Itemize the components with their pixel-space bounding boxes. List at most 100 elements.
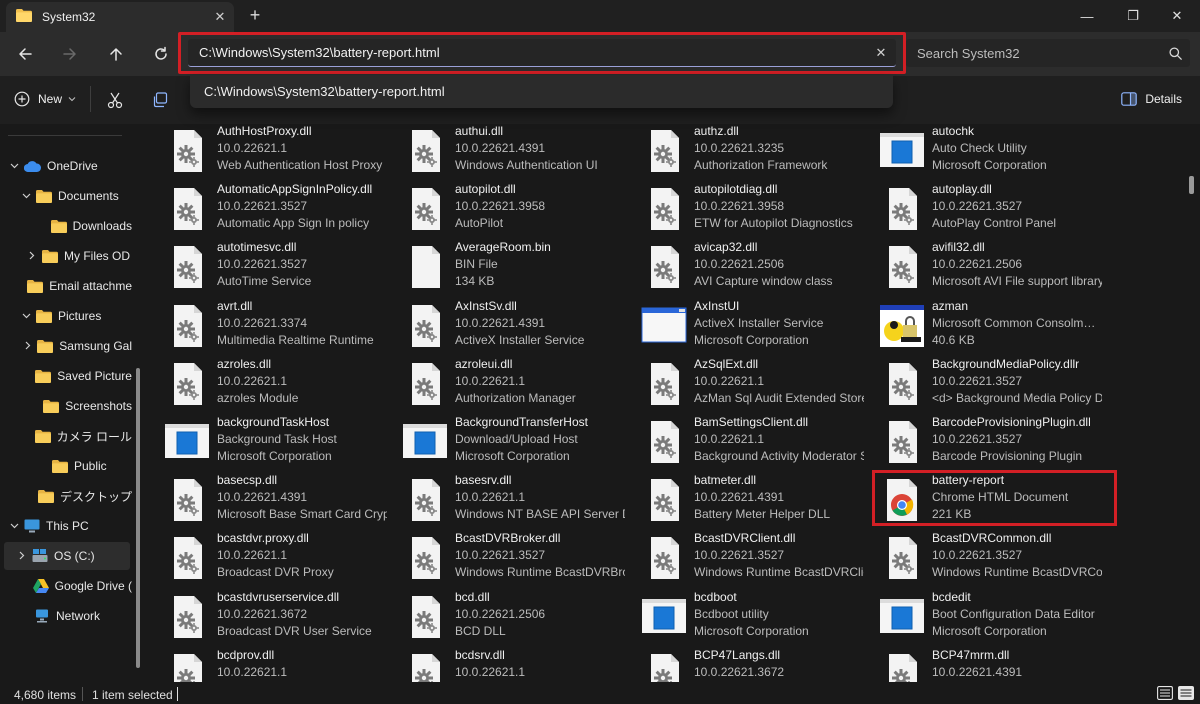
back-button[interactable] xyxy=(13,42,37,66)
file-name: BcastDVRCommon.dll xyxy=(932,531,1052,546)
file-detail-2: Web Authentication Host Proxy xyxy=(217,158,383,172)
sidebar-item[interactable]: カメラ ロール xyxy=(0,422,132,450)
dll-gear-icon xyxy=(164,477,210,523)
file-name: avrt.dll xyxy=(217,298,253,313)
file-detail-1: 10.0.22621.3958 xyxy=(455,199,546,214)
file-tile[interactable]: bcdedit Boot Configuration Data Editor Mic… xyxy=(865,590,1101,646)
file-tile[interactable]: azman Microsoft Common Consol‎m… 40.6 KB xyxy=(865,299,1101,355)
copy-button[interactable] xyxy=(152,92,168,111)
file-tile[interactable]: bcastdvr.proxy.dll 10.0.22621.1 Broadcast … xyxy=(150,531,386,587)
sidebar-item[interactable]: OneDrive xyxy=(0,152,132,180)
sidebar-item-label: OneDrive xyxy=(47,159,98,173)
file-tile[interactable]: autopilot.dll 10.0.22621.3958 AutoPilot xyxy=(388,182,624,238)
file-tile[interactable]: BackgroundMediaPolicy.dllr 10.0.22621.352… xyxy=(865,357,1102,413)
file-name: autopilotdiag.dll xyxy=(694,182,778,197)
dll-gear-icon xyxy=(641,477,687,523)
file-tile[interactable]: AxInstSv.dll 10.0.22621.4391 ActiveX Insta… xyxy=(388,299,624,355)
search-box[interactable]: Search System32 xyxy=(906,39,1190,67)
file-tile[interactable]: AzSqlExt.dll 10.0.22621.1 AzMan Sql Audit … xyxy=(627,357,864,413)
details-pane-button[interactable]: Details xyxy=(1121,92,1182,106)
file-tile[interactable]: bcdsrv.dll 10.0.22621.1 xyxy=(388,648,624,682)
nav-scrollbar[interactable] xyxy=(136,368,140,668)
sidebar-item[interactable]: OS (C:) xyxy=(4,542,130,570)
maximize-button[interactable]: ❐ xyxy=(1110,0,1156,32)
details-view-icon[interactable] xyxy=(1157,686,1173,700)
chevron-down-icon[interactable] xyxy=(20,191,32,201)
pc-icon xyxy=(24,519,40,533)
sidebar-item[interactable]: Samsung Gal xyxy=(0,332,132,360)
file-name: azman xyxy=(932,298,969,313)
dll-gear-icon xyxy=(641,535,687,581)
new-button[interactable]: New xyxy=(14,91,76,107)
chevron-down-icon[interactable] xyxy=(8,521,20,531)
chevron-right-icon[interactable] xyxy=(16,551,28,562)
file-tile[interactable]: avicap32.dll 10.0.22621.2506 AVI Capture w… xyxy=(627,240,863,296)
file-tile[interactable]: BackgroundTransferHost Download/Upload Ho… xyxy=(388,415,624,471)
file-tile[interactable]: BarcodeProvisioningPlugin.dll 10.0.22621.… xyxy=(865,415,1101,471)
sidebar-item[interactable]: Downloads xyxy=(0,212,132,240)
sidebar-item[interactable]: デスクトップ xyxy=(0,482,132,510)
file-tile[interactable]: azroleui.dll 10.0.22621.1 Authorization Ma… xyxy=(388,357,624,413)
cut-button[interactable] xyxy=(106,91,124,112)
minimize-button[interactable]: — xyxy=(1064,0,1110,32)
search-icon[interactable] xyxy=(1160,46,1190,60)
folder-icon xyxy=(35,369,52,383)
tiles-view-icon[interactable] xyxy=(1178,686,1194,700)
file-tile[interactable]: AxInstUI ActiveX Installer Service Microso… xyxy=(627,299,863,355)
file-tile[interactable]: AverageRoom.bin BIN File 134 KB xyxy=(388,240,624,296)
file-tile[interactable]: autochk Auto Check Utility Microsoft Corpo… xyxy=(865,124,1101,180)
address-suggestion[interactable]: C:\Windows\System32\battery-report.html xyxy=(190,75,893,108)
file-tile[interactable]: bcd.dll 10.0.22621.2506 BCD DLL xyxy=(388,590,624,646)
sidebar-item[interactable]: This PC xyxy=(0,512,132,540)
search-input[interactable]: Search System32 xyxy=(917,46,1160,61)
file-tile[interactable]: bcdprov.dll 10.0.22621.1 xyxy=(150,648,386,682)
file-tile[interactable]: avrt.dll 10.0.22621.3374 Multimedia Realti… xyxy=(150,299,386,355)
chevron-down-icon[interactable] xyxy=(20,311,32,321)
sidebar-item[interactable]: Google Drive ( xyxy=(0,572,132,600)
refresh-button[interactable] xyxy=(149,42,173,66)
file-tile[interactable]: basecsp.dll 10.0.22621.4391 Microsoft Base… xyxy=(150,473,387,529)
file-tile[interactable]: basesrv.dll 10.0.22621.1 Windows NT BASE A… xyxy=(388,473,625,529)
file-tile[interactable]: bcdboot Bcdboot utility Microsoft Corporat… xyxy=(627,590,863,646)
chevron-right-icon[interactable] xyxy=(26,251,38,262)
sidebar-item[interactable]: Public xyxy=(0,452,132,480)
folder-icon xyxy=(16,9,32,25)
file-name: backgroundTaskHost xyxy=(217,415,330,429)
file-tile[interactable]: BcastDVRClient.dll 10.0.22621.3527 Windows… xyxy=(627,531,864,587)
sidebar-item[interactable]: My Files OD xyxy=(0,242,132,270)
sidebar-item[interactable]: Network xyxy=(0,602,132,630)
file-tile[interactable]: azroles.dll 10.0.22621.1 azroles Module xyxy=(150,357,386,413)
file-tile[interactable]: BCP47Langs.dll 10.0.22621.3672 xyxy=(627,648,863,682)
sidebar-item[interactable]: Pictures xyxy=(0,302,132,330)
file-tile[interactable]: BCP47mrm.dll 10.0.22621.4391 xyxy=(865,648,1101,682)
chevron-down-icon[interactable] xyxy=(8,161,20,171)
chevron-right-icon[interactable] xyxy=(23,341,34,352)
new-tab-button[interactable]: + xyxy=(244,4,266,26)
file-tile[interactable]: authui.dll 10.0.22621.4391 Windows Authent… xyxy=(388,124,624,180)
file-tile[interactable]: BcastDVRBroker.dll 10.0.22621.3527 Windows… xyxy=(388,531,625,587)
file-tile[interactable]: BcastDVRCommon.dll 10.0.22621.3527 Windows… xyxy=(865,531,1102,587)
file-tile[interactable]: batmeter.dll 10.0.22621.4391 Battery Meter… xyxy=(627,473,863,529)
file-tile[interactable]: autotimesvc.dll 10.0.22621.3527 AutoTime S… xyxy=(150,240,386,296)
file-tile[interactable]: bcastdvruserservice.dll 10.0.22621.3672 Br… xyxy=(150,590,386,646)
sidebar-item[interactable]: Screenshots xyxy=(0,392,132,420)
close-tab-icon[interactable]: ✕ xyxy=(206,9,234,25)
file-tile[interactable]: AutomaticAppSignInPolicy.dll 10.0.22621.3… xyxy=(150,182,386,238)
file-detail-2: BCD DLL xyxy=(455,623,506,638)
file-tile[interactable]: BamSettingsClient.dll 10.0.22621.1 Backgro… xyxy=(627,415,864,471)
up-button[interactable] xyxy=(104,42,128,66)
file-tile[interactable]: AuthHostProxy.dll 10.0.22621.1 Web Authent… xyxy=(150,124,386,180)
file-tile[interactable]: autopilotdiag.dll 10.0.22621.3958 ETW for … xyxy=(627,182,863,238)
file-detail-1: 10.0.22621.1 xyxy=(455,373,526,388)
file-tile[interactable]: backgroundTaskHost Background Task Host Mi… xyxy=(150,415,386,471)
file-tile[interactable]: autoplay.dll 10.0.22621.3527 AutoPlay Cont… xyxy=(865,182,1101,238)
sidebar-item[interactable]: Documents xyxy=(0,182,132,210)
file-tile[interactable]: avifil32.dll 10.0.22621.2506 Microsoft AVI… xyxy=(865,240,1102,296)
sidebar-item[interactable]: Saved Picture xyxy=(0,362,132,390)
forward-button[interactable] xyxy=(58,42,82,66)
content-scrollbar-thumb[interactable] xyxy=(1189,176,1194,194)
tab-system32[interactable]: System32 ✕ xyxy=(6,2,234,32)
close-window-button[interactable]: ✕ xyxy=(1154,0,1200,32)
file-tile[interactable]: authz.dll 10.0.22621.3235 Authorization Fr… xyxy=(627,124,863,180)
sidebar-item[interactable]: Email attachme xyxy=(0,272,132,300)
